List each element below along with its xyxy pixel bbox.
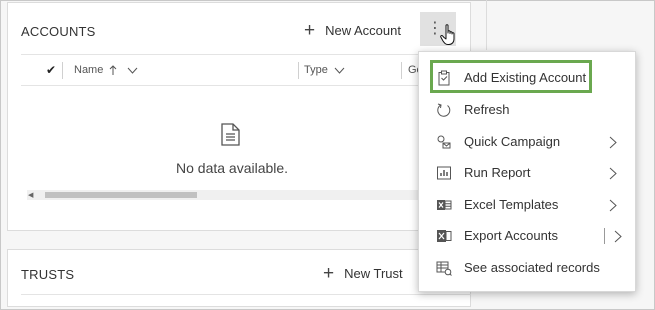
accounts-subgrid: ACCOUNTS + New Account ⋮ ✔ Name Type Gen… (7, 2, 471, 231)
horizontal-scrollbar[interactable]: ◀ (27, 190, 465, 200)
refresh-icon (437, 103, 451, 117)
document-icon (221, 123, 240, 146)
report-icon (437, 166, 451, 180)
column-separator (298, 62, 299, 79)
accounts-title: ACCOUNTS (21, 24, 96, 39)
more-commands-menu: Add Existing Account Refresh Quick Campa… (418, 51, 636, 292)
chevron-right-icon (609, 199, 617, 212)
menu-item-export-accounts[interactable]: Export Accounts (419, 221, 635, 251)
menu-item-label: Excel Templates (464, 197, 559, 212)
menu-item-label: Run Report (464, 165, 531, 180)
clipboard-icon (438, 70, 450, 86)
menu-item-label: Refresh (464, 102, 510, 117)
menu-item-refresh[interactable]: Refresh (419, 95, 635, 125)
new-trust-label: New Trust (344, 266, 403, 281)
chevron-down-icon[interactable] (127, 67, 138, 74)
excel-template-icon (437, 200, 452, 210)
trusts-subgrid: TRUSTS + New Trust (7, 249, 471, 307)
select-all-checkmark-icon[interactable]: ✔ (46, 63, 56, 77)
new-account-button[interactable]: + New Account (304, 21, 401, 40)
empty-state-text: No data available. (176, 160, 289, 176)
column-separator (401, 62, 402, 79)
scroll-left-icon[interactable]: ◀ (28, 191, 33, 199)
new-account-label: New Account (325, 23, 401, 38)
split-separator (604, 228, 605, 244)
scrollbar-thumb[interactable] (45, 192, 197, 198)
plus-icon: + (304, 20, 316, 41)
menu-item-excel-templates[interactable]: Excel Templates (419, 190, 635, 220)
hand-cursor-icon (440, 24, 455, 45)
plus-icon: + (323, 263, 335, 284)
menu-item-see-associated-records[interactable]: See associated records (419, 253, 635, 283)
grid-header: ✔ Name Type Gen (21, 54, 471, 86)
sort-ascending-icon (109, 64, 117, 75)
menu-item-label: Quick Campaign (464, 134, 561, 149)
trusts-title: TRUSTS (21, 267, 75, 282)
menu-item-run-report[interactable]: Run Report (419, 158, 635, 188)
column-header-name[interactable]: Name (74, 64, 138, 76)
chevron-right-icon (609, 167, 617, 180)
chevron-right-icon (609, 136, 617, 149)
quick-campaign-icon (437, 135, 451, 149)
menu-item-add-existing-account[interactable]: Add Existing Account (419, 63, 635, 93)
divider (21, 294, 471, 295)
column-label-name: Name (74, 64, 104, 76)
menu-item-quick-campaign[interactable]: Quick Campaign (419, 127, 635, 157)
column-separator (62, 62, 63, 79)
column-label-type: Type (304, 64, 328, 76)
chevron-down-icon[interactable] (334, 67, 345, 74)
associated-records-icon (436, 261, 452, 276)
menu-item-label: Add Existing Account (464, 70, 587, 85)
new-trust-button[interactable]: + New Trust (323, 264, 403, 283)
column-header-type[interactable]: Type (304, 64, 345, 76)
excel-export-icon (437, 230, 452, 242)
menu-item-label: See associated records (464, 260, 600, 275)
menu-item-label: Export Accounts (464, 228, 558, 243)
chevron-right-icon[interactable] (614, 230, 622, 243)
divider (486, 0, 487, 50)
